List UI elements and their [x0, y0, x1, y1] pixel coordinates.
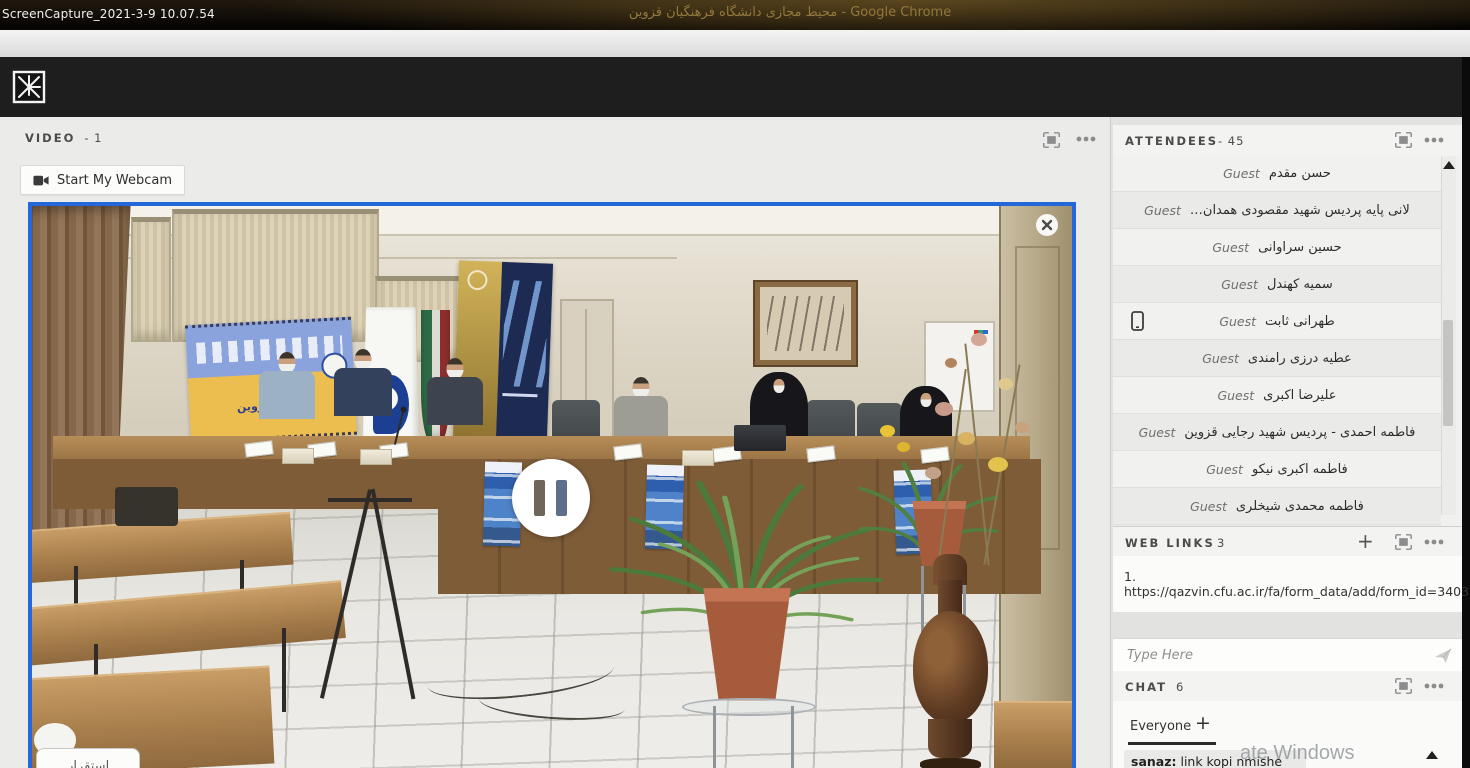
attendee-row[interactable]: حسین سراوانیGuest: [1113, 229, 1441, 266]
attendee-row[interactable]: سمیه کهندلGuest: [1113, 266, 1441, 303]
calligraphy-frame: [755, 282, 857, 365]
weblinks-title: WEB LINKS: [1125, 536, 1215, 550]
attendees-fullscreen-icon[interactable]: [1394, 131, 1413, 149]
chat-fullscreen-icon[interactable]: [1394, 677, 1413, 695]
panel-speaker-3: [427, 358, 483, 445]
weblinks-list: 1. https://qazvin.cfu.ac.ir/fa/form_data…: [1113, 556, 1462, 613]
bronze-vase: [908, 554, 993, 768]
webcam-button-icon: [33, 175, 49, 186]
corner-desk: [994, 701, 1072, 768]
video-pod-fullscreen-icon[interactable]: [1042, 131, 1061, 149]
video-frame: استان قزوین: [28, 202, 1076, 768]
adobe-connect-logo[interactable]: [12, 70, 46, 104]
activate-windows-watermark: ate Windows: [1240, 742, 1355, 765]
start-webcam-button[interactable]: Start My Webcam: [20, 165, 185, 195]
connect-toolbar: محیط مجازی دانشگاه فرهنگیان قزوین شهره ز…: [0, 57, 1470, 117]
video-close-button[interactable]: [1036, 214, 1058, 236]
attendee-row[interactable]: عطیه درزی رامندیGuest: [1113, 340, 1441, 377]
video-pod-header: VIDEO - 1: [25, 131, 102, 145]
pause-button[interactable]: [512, 459, 590, 537]
chat-tab-everyone[interactable]: Everyone: [1130, 719, 1191, 734]
add-chat-tab-icon[interactable]: +: [1195, 712, 1211, 734]
browser-window: ScreenCapture_2021-3-9 10.07.54 محیط مجا…: [0, 0, 1470, 768]
attendee-row[interactable]: فاطمه احمدی - پردیس شهید رجایی قزوینGues…: [1113, 414, 1441, 451]
attendees-scrollbar-thumb[interactable]: [1443, 320, 1453, 426]
attendees-header: ATTENDEES - 45: [1113, 125, 1462, 156]
chat-count: 6: [1176, 680, 1184, 694]
chat-scroll-up[interactable]: [1426, 751, 1438, 759]
pause-bar: [556, 480, 567, 516]
chat-input[interactable]: [1125, 647, 1409, 664]
video-tooltip: استقرار: [36, 748, 140, 768]
attendees-menu-icon[interactable]: [1424, 137, 1444, 143]
yellow-flowers: [880, 425, 895, 437]
weblinks-count: 3: [1217, 536, 1225, 550]
browser-tab-title: محیط مجازی دانشگاه فرهنگیان قزوین - Goog…: [560, 5, 1020, 20]
attendee-row[interactable]: فاطمه محمدی شیخلریGuest: [1113, 488, 1441, 525]
add-link-icon[interactable]: +: [1357, 529, 1374, 553]
dried-flowers: [885, 318, 1051, 565]
tissue-box: [682, 450, 714, 466]
weblinks-menu-icon[interactable]: [1424, 539, 1444, 545]
attendee-row[interactable]: فاطمه اکبری نیکوGuest: [1113, 451, 1441, 488]
attendees-scroll-up[interactable]: [1443, 161, 1455, 169]
attendee-row[interactable]: لانی پایه پردیس شهید مقصودی همدان…Guest: [1113, 192, 1441, 229]
laptop: [734, 425, 786, 451]
webcam-button-label: Start My Webcam: [57, 173, 172, 188]
tripod-stand-bar: [328, 498, 411, 502]
tissue-box: [360, 449, 392, 465]
window-blinds-left-sliver: [131, 217, 171, 342]
video-pod-count: - 1: [84, 131, 102, 145]
chat-tab-underline: [1128, 742, 1216, 745]
chat-input-bar: [1113, 638, 1462, 673]
attendees-title: ATTENDEES: [1125, 134, 1218, 148]
web-link-item[interactable]: 1. https://qazvin.cfu.ac.ir/fa/form_data…: [1113, 569, 1469, 599]
attendee-row[interactable]: علیرضا اکبریGuest: [1113, 377, 1441, 414]
chat-message-author: sanaz:: [1131, 754, 1176, 768]
chat-menu-icon[interactable]: [1424, 683, 1444, 689]
glass-stand-top: [682, 698, 816, 716]
chat-title: CHAT: [1125, 680, 1167, 694]
meeting-room-scene: استان قزوین: [32, 206, 1072, 768]
capture-title: ScreenCapture_2021-3-9 10.07.54: [2, 7, 215, 21]
panel-speaker-2: [334, 349, 392, 442]
send-icon[interactable]: [1434, 648, 1452, 664]
address-bar[interactable]: vc.cfu.ac.ir/qazvin/?session=breezbreezi…: [0, 30, 1470, 58]
attendees-list: حسن مقدمGuest لانی پایه پردیس شهید مقصود…: [1113, 155, 1462, 526]
mobile-device-icon: [1131, 311, 1144, 331]
attendee-row[interactable]: حسن مقدمGuest: [1113, 155, 1441, 192]
chat-header: CHAT 6: [1113, 671, 1462, 702]
pause-bar: [534, 480, 545, 516]
weblinks-header: WEB LINKS 3 +: [1113, 526, 1462, 558]
window-titlebar: ScreenCapture_2021-3-9 10.07.54 محیط مجا…: [0, 0, 1470, 30]
bag-on-desk: [115, 487, 177, 526]
panel-speaker-1: [259, 352, 315, 442]
attendees-count: - 45: [1218, 134, 1244, 148]
weblinks-fullscreen-icon[interactable]: [1394, 533, 1413, 551]
video-pod-title: VIDEO: [25, 131, 75, 145]
video-pod-menu-icon[interactable]: [1076, 136, 1096, 142]
attendee-row[interactable]: طهرانی ثابتGuest: [1113, 303, 1441, 340]
tissue-box: [282, 448, 314, 464]
name-card: [806, 445, 835, 462]
window-right-edge: [1462, 57, 1470, 768]
